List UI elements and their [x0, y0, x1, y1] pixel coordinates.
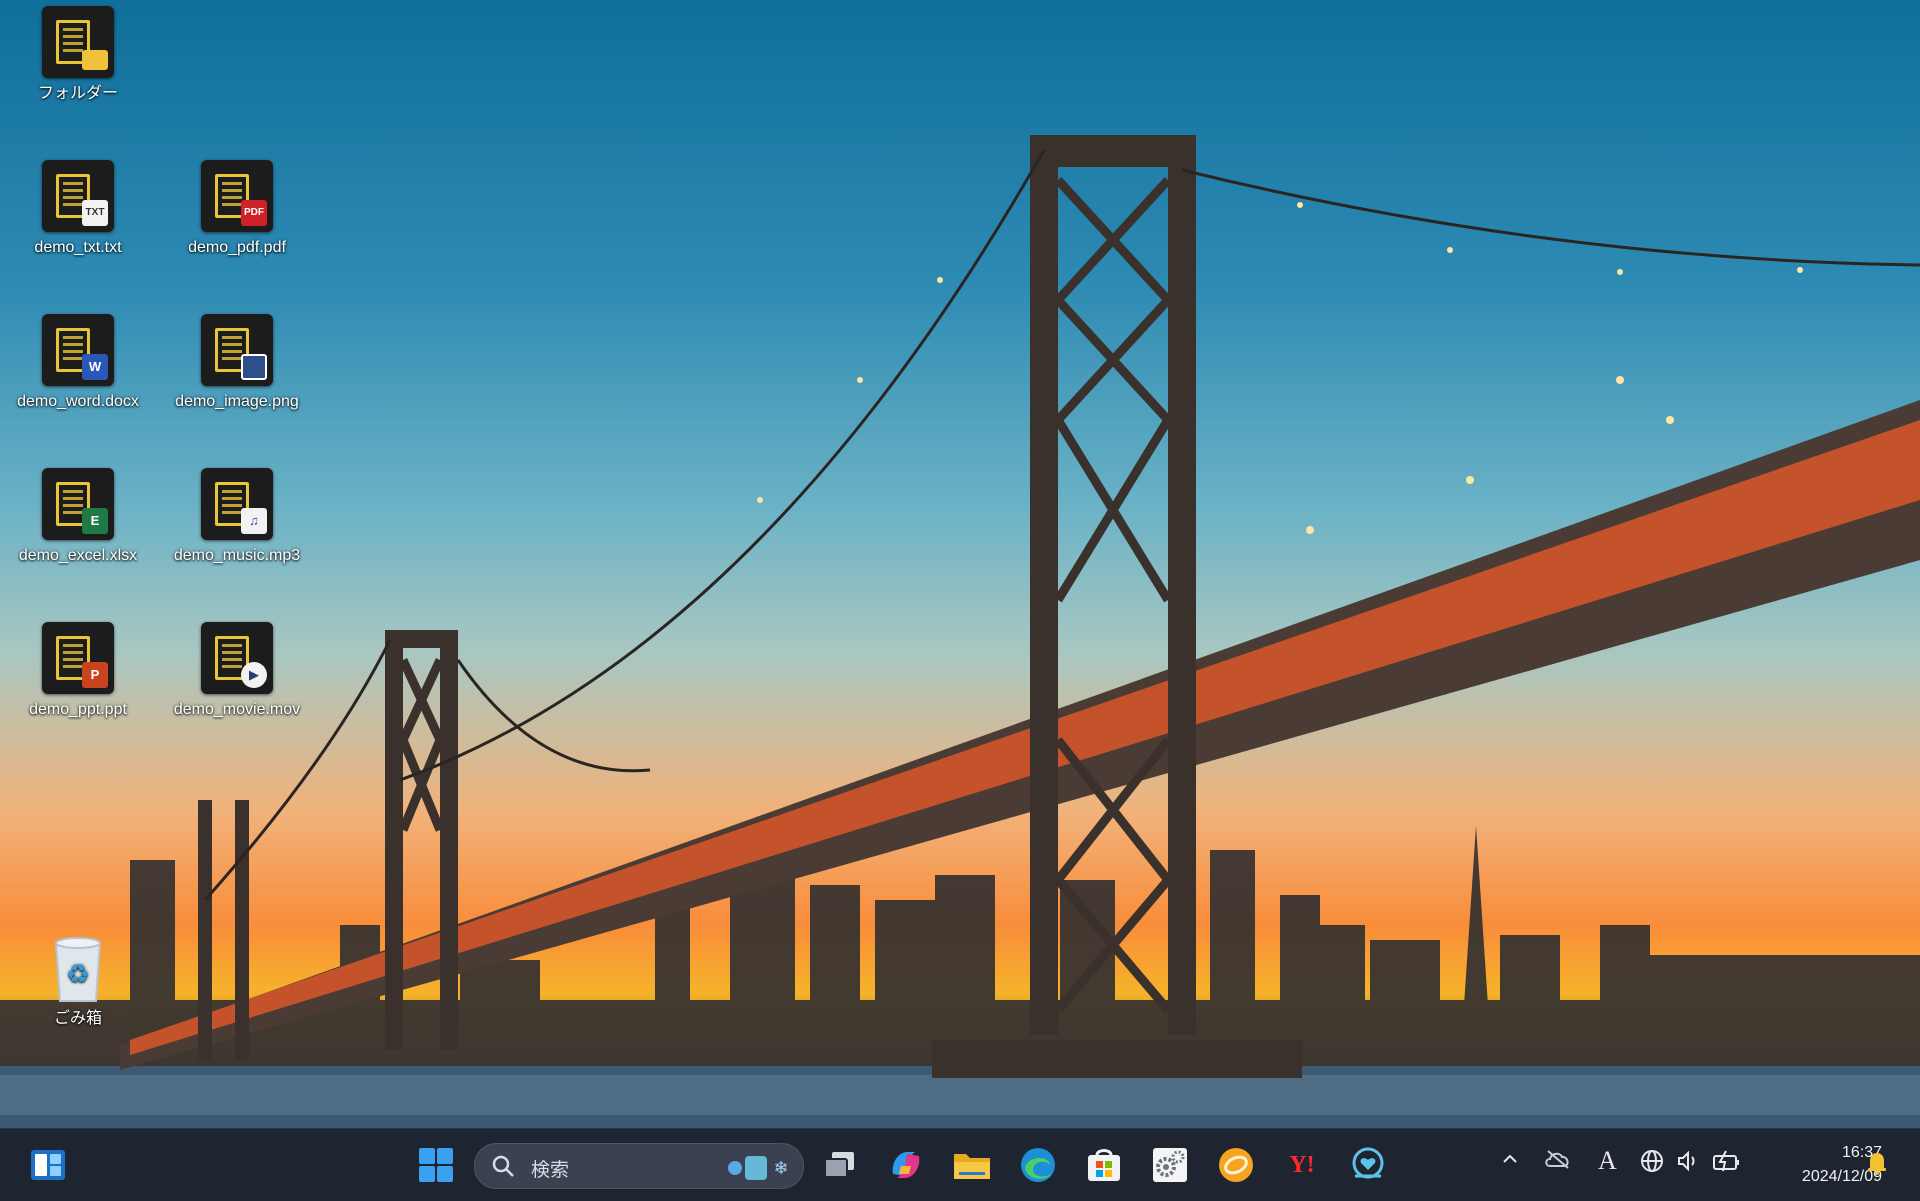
search-box[interactable]: 検索 ❄	[474, 1143, 804, 1189]
search-icon	[492, 1155, 514, 1177]
store-icon	[1088, 1149, 1120, 1181]
edge-button[interactable]	[1014, 1141, 1062, 1189]
ime-mode-icon: A	[1598, 1146, 1617, 1175]
chevron-up-icon	[1503, 1154, 1517, 1163]
desktop-icon-label: demo_txt.txt	[34, 239, 122, 256]
desktop-icon-demo-ppt[interactable]: P demo_ppt.ppt	[3, 622, 153, 720]
desktop-icon-label: demo_pdf.pdf	[188, 239, 286, 256]
movie-file-icon: ▶	[201, 622, 273, 694]
desktop-icon-label: demo_image.png	[175, 393, 299, 410]
search-highlight-icon: ❄	[728, 1156, 789, 1180]
search-placeholder: 検索	[531, 1160, 570, 1181]
desktop-icon-label: demo_word.docx	[17, 393, 139, 410]
folder-icon	[42, 6, 114, 78]
battery-charging-icon	[1713, 1150, 1739, 1172]
support-app-button[interactable]	[1344, 1141, 1392, 1189]
desktop-icon-demo-movie[interactable]: ▶ demo_movie.mov	[162, 622, 312, 720]
task-view-button[interactable]	[816, 1141, 864, 1189]
battery-button[interactable]	[1712, 1149, 1740, 1179]
music-file-icon: ♫	[201, 468, 273, 540]
yahoo-button[interactable]: Y!	[1278, 1141, 1326, 1189]
desktop-icon-demo-excel[interactable]: E demo_excel.xlsx	[3, 468, 153, 566]
desktop-icon-demo-music[interactable]: ♫ demo_music.mp3	[162, 468, 312, 566]
widgets-button[interactable]	[24, 1141, 72, 1189]
support-app-icon	[1352, 1147, 1384, 1179]
clock[interactable]: 16:37 2024/12/09	[1752, 1141, 1882, 1189]
onedrive-button[interactable]	[1544, 1149, 1572, 1175]
orange-app-icon	[1219, 1148, 1253, 1182]
settings-button[interactable]	[1146, 1141, 1194, 1189]
task-view-icon	[824, 1152, 854, 1178]
text-file-icon: TXT	[42, 160, 114, 232]
start-icon	[419, 1148, 453, 1182]
svg-text:♻: ♻	[66, 960, 89, 990]
file-explorer-button[interactable]	[948, 1141, 996, 1189]
pdf-file-icon: PDF	[201, 160, 273, 232]
copilot-icon	[892, 1152, 920, 1178]
desktop-icon-folder[interactable]: フォルダー	[3, 6, 153, 104]
file-explorer-icon	[954, 1154, 990, 1179]
powerpoint-file-icon: P	[42, 622, 114, 694]
yahoo-icon: Y!	[1289, 1151, 1315, 1178]
desktop-icon-demo-txt[interactable]: TXT demo_txt.txt	[3, 160, 153, 258]
desktop-icon-label: demo_excel.xlsx	[18, 547, 138, 564]
desktop-icon-label: demo_music.mp3	[173, 547, 301, 564]
bell-icon	[1868, 1153, 1886, 1175]
show-hidden-icons-button[interactable]	[1500, 1149, 1520, 1175]
widgets-icon	[31, 1150, 65, 1180]
desktop-icon-recycle-bin[interactable]: ♻ ごみ箱	[3, 935, 153, 1029]
desktop-icon-label: ごみ箱	[53, 1010, 102, 1027]
notifications-button[interactable]	[1866, 1151, 1888, 1181]
desktop-icon-demo-word[interactable]: W demo_word.docx	[3, 314, 153, 412]
clock-time: 16:37	[1841, 1144, 1882, 1161]
taskbar: 検索 ❄ Y! A 16:37 2024/12/09	[0, 1128, 1920, 1201]
edge-icon	[1021, 1148, 1055, 1182]
network-button[interactable]	[1640, 1149, 1664, 1179]
desktop-icon-demo-pdf[interactable]: PDF demo_pdf.pdf	[162, 160, 312, 258]
store-button[interactable]	[1080, 1141, 1128, 1189]
orange-app-button[interactable]	[1212, 1141, 1260, 1189]
copilot-button[interactable]	[882, 1141, 930, 1189]
desktop-icon-demo-image[interactable]: demo_image.png	[162, 314, 312, 412]
word-file-icon: W	[42, 314, 114, 386]
globe-icon	[1641, 1150, 1663, 1172]
excel-file-icon: E	[42, 468, 114, 540]
desktop-icon-label: フォルダー	[37, 85, 118, 102]
ime-indicator[interactable]: A	[1598, 1146, 1617, 1176]
settings-icon	[1153, 1148, 1187, 1182]
speaker-icon	[1678, 1150, 1695, 1172]
desktop-icon-label: demo_movie.mov	[173, 701, 301, 718]
recycle-bin-icon: ♻	[50, 935, 106, 1005]
volume-button[interactable]	[1676, 1149, 1700, 1179]
start-button[interactable]	[412, 1141, 460, 1189]
image-file-icon	[201, 314, 273, 386]
svg-text:❄: ❄	[773, 1158, 788, 1179]
cloud-offline-icon	[1545, 1150, 1569, 1169]
clock-date: 2024/12/09	[1801, 1168, 1882, 1185]
desktop-icon-label: demo_ppt.ppt	[29, 701, 127, 718]
